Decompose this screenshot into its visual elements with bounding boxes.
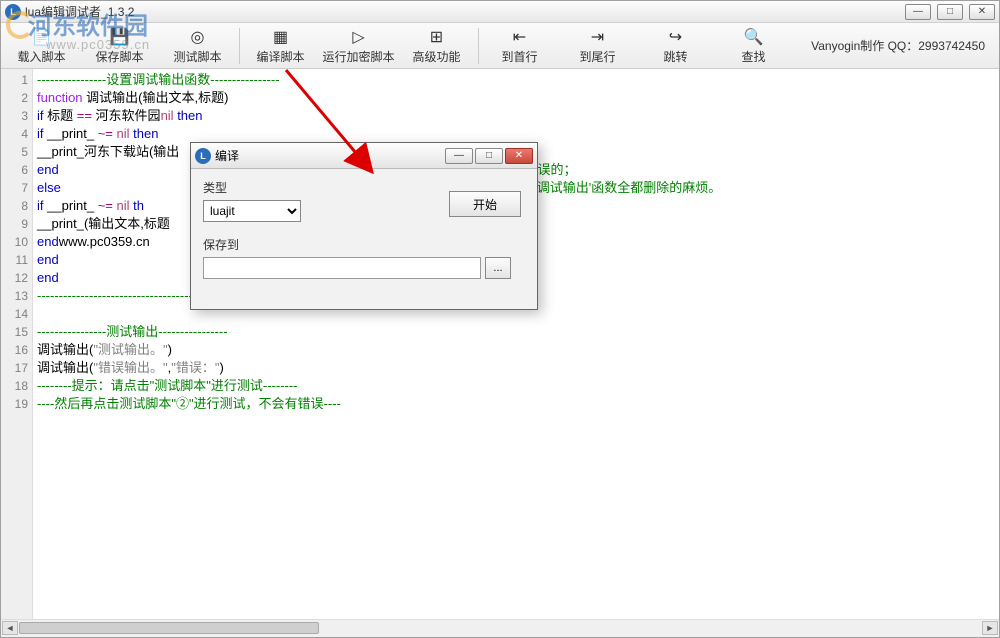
toolbar-icon: ▦ [273,27,288,47]
toolbar-到尾行[interactable]: ⇥到尾行 [559,24,637,68]
line-number: 17 [1,359,28,377]
dialog-maximize-button[interactable]: □ [475,148,503,164]
toolbar-运行加密脚本[interactable]: ▷运行加密脚本 [320,24,398,68]
minimize-button[interactable]: — [905,4,931,20]
code-line[interactable]: 调试输出("错误输出。","错误：") [37,359,995,377]
toolbar-测试脚本[interactable]: ◎测试脚本 [159,24,237,68]
line-number: 16 [1,341,28,359]
scroll-thumb[interactable] [19,622,319,634]
line-gutter: 12345678910111213141516171819 [1,69,33,619]
toolbar-label: 运行加密脚本 [322,48,394,65]
line-number: 4 [1,125,28,143]
toolbar-icon: 🔍 [744,27,764,47]
code-line[interactable]: if __print_ ~= nil then [37,125,995,143]
scroll-right-arrow[interactable]: ► [982,621,998,635]
line-number: 2 [1,89,28,107]
toolbar-到首行[interactable]: ⇤到首行 [481,24,559,68]
toolbar-高级功能[interactable]: ⊞高级功能 [398,24,476,68]
toolbar-编译脚本[interactable]: ▦编译脚本 [242,24,320,68]
line-number: 11 [1,251,28,269]
toolbar-label: 查找 [741,48,765,65]
toolbar-label: 载入脚本 [17,48,65,65]
toolbar-label: 测试脚本 [173,48,221,65]
line-number: 9 [1,215,28,233]
save-label: 保存到 [203,236,525,253]
line-number: 6 [1,161,28,179]
app-icon: L [5,4,21,20]
titlebar: L lua编辑调试者_1.3.2 — □ ✕ [1,1,999,23]
toolbar-label: 到尾行 [579,48,615,65]
code-line[interactable]: if 标题 == 河东软件园nil then [37,107,995,125]
start-button[interactable]: 开始 [449,191,521,217]
code-line[interactable]: ----然后再点击测试脚本"②"进行测试，不会有错误---- [37,395,995,413]
scroll-left-arrow[interactable]: ◄ [2,621,18,635]
horizontal-scrollbar[interactable]: ◄ ► [1,619,999,637]
line-number: 12 [1,269,28,287]
line-number: 13 [1,287,28,305]
toolbar-icon: ▷ [352,27,364,47]
line-number: 3 [1,107,28,125]
save-path-input[interactable] [203,257,481,279]
toolbar-credit: Vanyogin制作 QQ：2993742450 [811,37,997,54]
dialog-close-button[interactable]: ✕ [505,148,533,164]
line-number: 10 [1,233,28,251]
toolbar-查找[interactable]: 🔍查找 [715,24,793,68]
line-number: 19 [1,395,28,413]
dialog-minimize-button[interactable]: — [445,148,473,164]
toolbar-label: 跳转 [663,48,687,65]
toolbar-跳转[interactable]: ↪跳转 [637,24,715,68]
toolbar-icon: ⇥ [591,27,604,47]
window-buttons: — □ ✕ [905,4,995,20]
line-number: 1 [1,71,28,89]
code-line[interactable]: --------提示：请点击"测试脚本"进行测试-------- [37,377,995,395]
line-number: 18 [1,377,28,395]
toolbar-label: 编译脚本 [256,48,304,65]
type-select[interactable]: luajit [203,200,301,222]
code-line[interactable]: function 调试输出(输出文本,标题) [37,89,995,107]
line-number: 8 [1,197,28,215]
line-number: 5 [1,143,28,161]
toolbar-icon: ⊞ [430,27,443,47]
toolbar: 📄载入脚本💾保存脚本◎测试脚本▦编译脚本▷运行加密脚本⊞高级功能⇤到首行⇥到尾行… [1,23,999,69]
toolbar-label: 保存脚本 [95,48,143,65]
code-line[interactable]: ----------------测试输出---------------- [37,323,995,341]
browse-button[interactable]: ... [485,257,511,279]
compile-dialog: L 编译 — □ ✕ 类型 luajit 开始 保存到 ... [190,142,538,310]
toolbar-保存脚本[interactable]: 💾保存脚本 [81,24,159,68]
code-line[interactable]: ----------------设置调试输出函数---------------- [37,71,995,89]
maximize-button[interactable]: □ [937,4,963,20]
toolbar-icon: ↪ [669,27,682,47]
line-number: 14 [1,305,28,323]
toolbar-载入脚本[interactable]: 📄载入脚本 [3,24,81,68]
toolbar-label: 到首行 [501,48,537,65]
main-window: L lua编辑调试者_1.3.2 — □ ✕ 📄载入脚本💾保存脚本◎测试脚本▦编… [0,0,1000,638]
line-number: 15 [1,323,28,341]
dialog-title: 编译 [215,147,445,164]
toolbar-icon: ◎ [191,27,205,47]
line-number: 7 [1,179,28,197]
toolbar-icon: ⇤ [513,27,526,47]
dialog-icon: L [195,148,211,164]
toolbar-icon: 💾 [110,27,130,47]
dialog-titlebar: L 编译 — □ ✕ [191,143,537,169]
toolbar-label: 高级功能 [412,48,460,65]
close-button[interactable]: ✕ [969,4,995,20]
window-title: lua编辑调试者_1.3.2 [25,3,905,20]
code-line[interactable]: 调试输出("测试输出。") [37,341,995,359]
toolbar-icon: 📄 [32,27,52,47]
